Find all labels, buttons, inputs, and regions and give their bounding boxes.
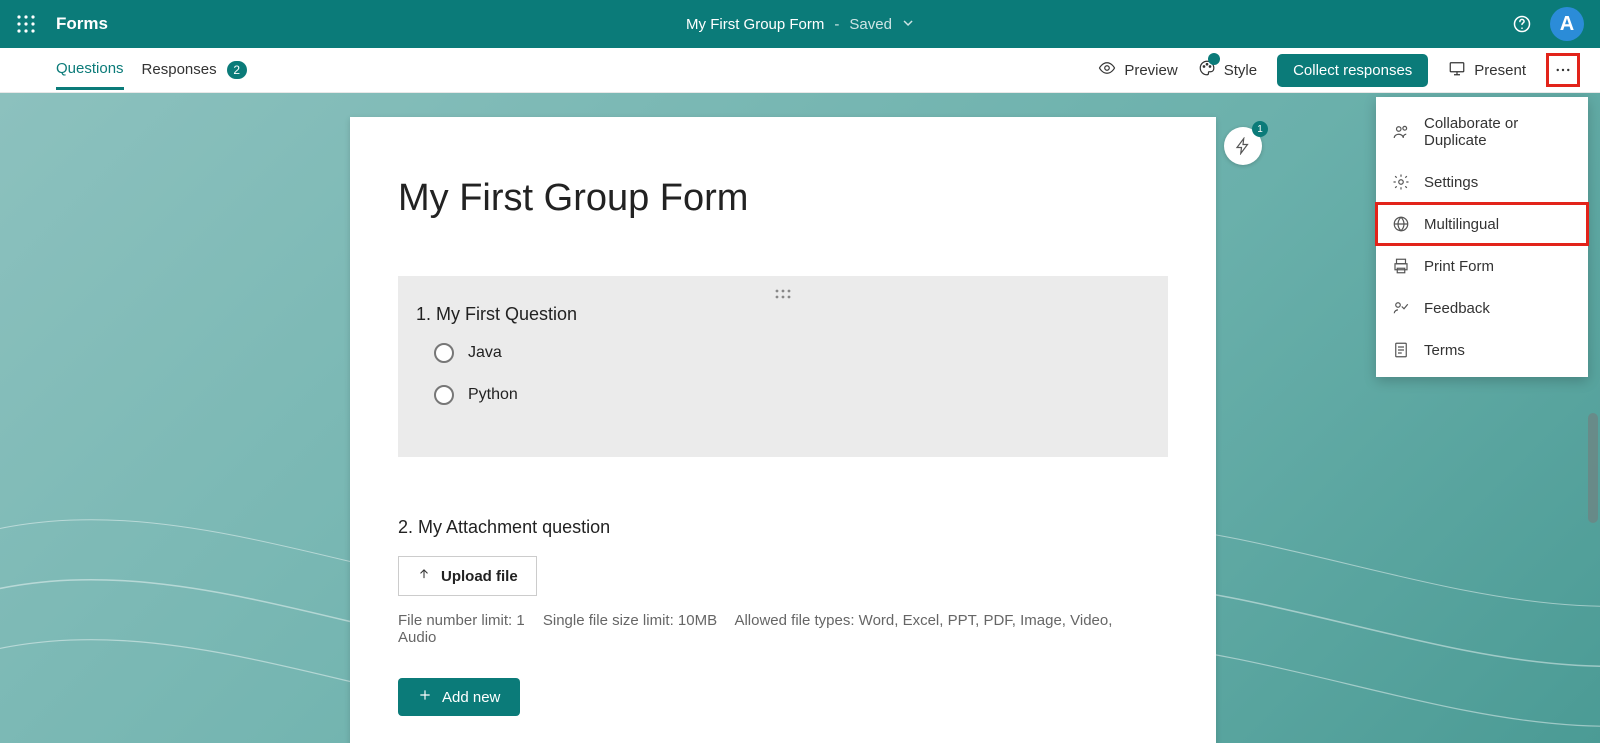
sub-toolbar: Questions Responses 2 Preview Style Coll… (0, 48, 1600, 93)
question-1-block[interactable]: 1. My First Question Java Python (398, 276, 1168, 457)
present-label: Present (1474, 62, 1526, 79)
plus-icon (418, 688, 432, 706)
app-brand[interactable]: Forms (56, 14, 108, 34)
avatar[interactable]: A (1550, 7, 1584, 41)
radio-icon[interactable] (434, 385, 454, 405)
style-label: Style (1224, 62, 1257, 79)
tabs: Questions Responses 2 (56, 50, 247, 90)
collect-responses-button[interactable]: Collect responses (1277, 54, 1428, 87)
form-title[interactable]: My First Group Form (398, 177, 1168, 220)
q2-text: My Attachment question (418, 517, 610, 537)
menu-print[interactable]: Print Form (1376, 245, 1588, 287)
q1-number: 1. (416, 304, 431, 324)
app-header: Forms My First Group Form - Saved A (0, 0, 1600, 48)
suggestions-button[interactable]: 1 (1224, 127, 1262, 165)
eye-icon (1098, 59, 1116, 81)
menu-label: Multilingual (1424, 216, 1499, 233)
more-button[interactable] (1552, 55, 1574, 85)
app-launcher-icon[interactable] (16, 14, 36, 34)
header-title-group[interactable]: My First Group Form - Saved (686, 16, 914, 33)
menu-label: Print Form (1424, 258, 1494, 275)
avatar-initial: A (1560, 13, 1574, 36)
menu-terms[interactable]: Terms (1376, 329, 1588, 371)
menu-label: Settings (1424, 174, 1478, 191)
upload-limits: File number limit: 1 Single file size li… (398, 612, 1168, 646)
menu-settings[interactable]: Settings (1376, 161, 1588, 203)
menu-collaborate[interactable]: Collaborate or Duplicate (1376, 103, 1588, 161)
limit-file-number: File number limit: 1 (398, 612, 525, 629)
q1-text: My First Question (436, 304, 577, 324)
upload-icon (417, 567, 431, 585)
upload-label: Upload file (441, 568, 518, 585)
style-notification-dot (1208, 53, 1220, 65)
add-new-label: Add new (442, 689, 500, 706)
form-name: My First Group Form (686, 16, 824, 33)
option-python[interactable]: Python (434, 385, 1150, 405)
tab-responses-label: Responses (142, 61, 217, 78)
question-1-title: 1. My First Question (416, 304, 1150, 325)
separator: - (834, 16, 839, 33)
q2-number: 2. (398, 517, 413, 537)
scrollbar-track[interactable] (1586, 93, 1600, 743)
more-button-highlight (1546, 53, 1580, 87)
option-java[interactable]: Java (434, 343, 1150, 363)
more-menu: Collaborate or Duplicate Settings Multil… (1376, 97, 1588, 377)
drag-handle-icon[interactable] (775, 286, 791, 304)
responses-count-badge: 2 (227, 61, 247, 79)
chevron-down-icon[interactable] (902, 16, 914, 33)
present-button[interactable]: Present (1448, 59, 1526, 81)
collect-label: Collect responses (1293, 62, 1412, 79)
preview-button[interactable]: Preview (1098, 59, 1177, 81)
radio-icon[interactable] (434, 343, 454, 363)
style-button[interactable]: Style (1198, 59, 1257, 81)
option-label: Java (468, 344, 502, 362)
limit-file-size: Single file size limit: 10MB (543, 612, 717, 629)
menu-label: Collaborate or Duplicate (1424, 115, 1572, 149)
form-card: 1 My First Group Form 1. My First Questi… (350, 117, 1216, 743)
upload-file-button[interactable]: Upload file (398, 556, 537, 596)
help-icon[interactable] (1512, 14, 1532, 34)
menu-label: Feedback (1424, 300, 1490, 317)
suggestions-badge: 1 (1252, 121, 1268, 137)
canvas: 1 My First Group Form 1. My First Questi… (0, 93, 1600, 743)
option-label: Python (468, 386, 518, 404)
tab-responses[interactable]: Responses 2 (142, 51, 247, 89)
question-2-title: 2. My Attachment question (398, 517, 1168, 538)
tab-questions[interactable]: Questions (56, 50, 124, 90)
toolbar-right: Preview Style Collect responses Present (1098, 53, 1580, 87)
present-icon (1448, 59, 1466, 81)
question-1-options: Java Python (416, 343, 1150, 405)
scrollbar-thumb[interactable] (1588, 413, 1598, 523)
header-right: A (1512, 7, 1584, 41)
preview-label: Preview (1124, 62, 1177, 79)
menu-feedback[interactable]: Feedback (1376, 287, 1588, 329)
saved-status: Saved (849, 16, 892, 33)
tab-questions-label: Questions (56, 60, 124, 77)
question-2-block[interactable]: 2. My Attachment question Upload file Fi… (398, 517, 1168, 646)
menu-label: Terms (1424, 342, 1465, 359)
add-new-button[interactable]: Add new (398, 678, 520, 716)
menu-multilingual[interactable]: Multilingual (1376, 203, 1588, 245)
